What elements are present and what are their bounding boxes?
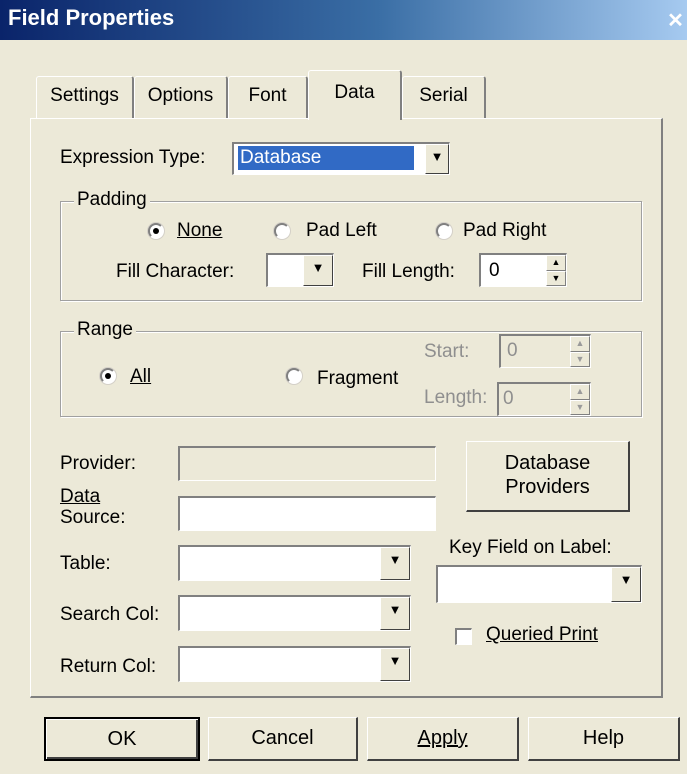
key-field-dropdown[interactable]: ▼ xyxy=(436,565,642,603)
data-source-label-line1: Data xyxy=(60,486,101,507)
return-col-label: Return Col: xyxy=(60,656,157,677)
length-stepper[interactable]: 0 ▲ ▼ xyxy=(497,382,591,416)
spin-down-icon[interactable]: ▼ xyxy=(570,399,590,415)
start-label: Start: xyxy=(424,341,470,362)
data-source-input[interactable] xyxy=(178,496,436,531)
table-label: Table: xyxy=(60,553,111,574)
start-spin[interactable]: ▲ ▼ xyxy=(570,336,590,367)
fill-character-label: Fill Character: xyxy=(116,261,235,282)
spin-up-icon[interactable]: ▲ xyxy=(570,384,590,400)
radio-pad-right[interactable] xyxy=(436,223,452,239)
data-source-label: Data Source: xyxy=(60,486,125,528)
database-providers-line1: Database xyxy=(504,452,591,474)
fill-length-stepper[interactable]: 0 ▲ ▼ xyxy=(479,253,567,287)
fill-character-dropdown[interactable]: ▼ xyxy=(266,253,334,287)
provider-field xyxy=(178,446,436,481)
spin-up-icon[interactable]: ▲ xyxy=(546,255,566,271)
tab-data[interactable]: Data xyxy=(308,70,402,120)
key-field-label: Key Field on Label: xyxy=(449,537,612,558)
fill-length-label: Fill Length: xyxy=(362,261,455,282)
tab-settings[interactable]: Settings xyxy=(36,76,134,118)
tab-font[interactable]: Font xyxy=(228,76,308,118)
radio-pad-right-label: Pad Right xyxy=(463,220,547,241)
table-dropdown[interactable]: ▼ xyxy=(178,545,411,581)
spin-down-icon[interactable]: ▼ xyxy=(546,270,566,286)
radio-none-label: None xyxy=(177,220,223,241)
length-value: 0 xyxy=(503,388,514,409)
radio-fragment-label: Fragment xyxy=(317,368,399,389)
database-providers-line2: Providers xyxy=(505,476,590,498)
range-group-label: Range xyxy=(74,319,136,341)
padding-group-label: Padding xyxy=(74,189,150,211)
return-col-dropdown[interactable]: ▼ xyxy=(178,646,411,682)
start-stepper[interactable]: 0 ▲ ▼ xyxy=(499,334,591,368)
expression-type-label: Expression Type: xyxy=(60,147,206,168)
window-title: Field Properties xyxy=(8,5,175,30)
chevron-down-icon[interactable]: ▼ xyxy=(303,255,333,286)
fill-length-value: 0 xyxy=(489,260,500,281)
expression-type-dropdown[interactable]: Database ▼ xyxy=(232,142,450,175)
start-value: 0 xyxy=(507,340,518,361)
chevron-down-icon[interactable]: ▼ xyxy=(380,597,410,630)
radio-all-label: All xyxy=(130,366,152,387)
apply-button[interactable]: Apply xyxy=(367,717,519,761)
length-label: Length: xyxy=(424,387,488,408)
chevron-down-icon[interactable]: ▼ xyxy=(611,567,641,602)
chevron-down-icon[interactable]: ▼ xyxy=(425,144,449,174)
search-col-label: Search Col: xyxy=(60,604,160,625)
spin-up-icon[interactable]: ▲ xyxy=(570,336,590,352)
radio-none[interactable] xyxy=(148,223,164,239)
tab-options[interactable]: Options xyxy=(134,76,228,118)
search-col-dropdown[interactable]: ▼ xyxy=(178,595,411,631)
chevron-down-icon[interactable]: ▼ xyxy=(380,547,410,580)
radio-fragment[interactable] xyxy=(286,368,302,384)
radio-pad-left-label: Pad Left xyxy=(306,220,377,241)
database-providers-button[interactable]: Database Providers xyxy=(466,441,630,512)
chevron-down-icon[interactable]: ▼ xyxy=(380,648,410,681)
cancel-button[interactable]: Cancel xyxy=(208,717,358,761)
provider-label: Provider: xyxy=(60,453,137,474)
data-source-label-line2: Source: xyxy=(60,507,126,528)
close-icon[interactable]: ✕ xyxy=(664,10,687,32)
help-button[interactable]: Help xyxy=(528,717,680,761)
radio-all[interactable] xyxy=(100,368,116,384)
radio-pad-left[interactable] xyxy=(274,223,290,239)
length-spin[interactable]: ▲ ▼ xyxy=(570,384,590,415)
spin-down-icon[interactable]: ▼ xyxy=(570,351,590,367)
queried-print-checkbox[interactable] xyxy=(455,628,472,645)
queried-print-label: Queried Print xyxy=(486,624,598,645)
ok-button[interactable]: OK xyxy=(44,717,200,761)
fill-length-spin[interactable]: ▲ ▼ xyxy=(546,255,566,286)
expression-type-value: Database xyxy=(238,146,414,170)
tab-serial[interactable]: Serial xyxy=(402,76,486,118)
